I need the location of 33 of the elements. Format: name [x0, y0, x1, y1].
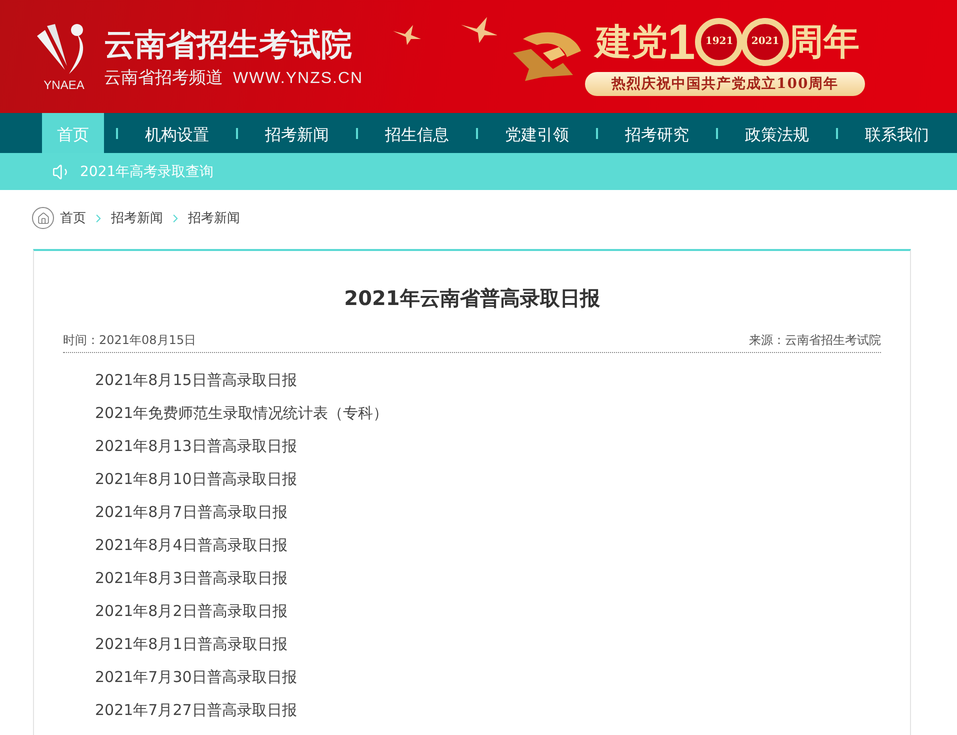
- nav-tab[interactable]: 招生信息: [370, 113, 464, 153]
- nav-tab[interactable]: 党建引领: [490, 113, 584, 153]
- article-link[interactable]: 2021年免费师范生录取情况统计表（专科）: [95, 403, 388, 423]
- article-link[interactable]: 2021年7月27日普高录取日报: [95, 700, 297, 720]
- anniversary-lead: 建党: [595, 20, 668, 64]
- nav-tab[interactable]: 联系我们: [850, 113, 944, 153]
- article-link[interactable]: 2021年8月3日普高录取日报: [95, 568, 288, 588]
- anniversary-slogan: 热烈庆祝中国共产党成立100周年: [585, 72, 865, 96]
- article-title: 2021年云南省普高录取日报: [343, 285, 601, 312]
- article-link[interactable]: 2021年7月30日普高录取日报: [95, 667, 297, 687]
- anniversary-number: 1: [667, 18, 696, 64]
- article-link[interactable]: 2021年8月1日普高录取日报: [95, 634, 288, 654]
- nav-tab[interactable]: 机构设置: [130, 113, 224, 153]
- article-link[interactable]: 2021年8月13日普高录取日报: [95, 436, 297, 456]
- nav-tab[interactable]: 招考新闻: [250, 113, 344, 153]
- year-ring: 1921: [695, 18, 744, 66]
- article-source: 来源：云南省招生考试院: [749, 332, 881, 349]
- article-link[interactable]: 2021年8月4日普高录取日报: [95, 535, 288, 555]
- nav-tab[interactable]: 招考研究: [610, 113, 704, 153]
- site-subtitle: 云南省招考频道: [104, 67, 223, 89]
- article-link[interactable]: 2021年8月7日普高录取日报: [95, 502, 288, 522]
- nav-tab[interactable]: 政策法规: [730, 113, 824, 153]
- site-url: WWW.YNZS.CN: [233, 70, 364, 88]
- article-link[interactable]: 2021年8月2日普高录取日报: [95, 601, 288, 621]
- breadcrumb-link[interactable]: 招考新闻: [188, 209, 240, 227]
- site-title: 云南省招生考试院: [104, 26, 353, 65]
- logo-caption: YNAEA: [44, 78, 84, 92]
- home-icon: [32, 207, 54, 229]
- breadcrumb-link[interactable]: 首页: [60, 209, 86, 227]
- article-link[interactable]: 2021年8月10日普高录取日报: [95, 469, 297, 489]
- article-time: 时间：2021年08月15日: [63, 332, 196, 349]
- article-link[interactable]: 2021年8月15日普高录取日报: [95, 370, 297, 390]
- breadcrumb-link[interactable]: 招考新闻: [111, 209, 163, 227]
